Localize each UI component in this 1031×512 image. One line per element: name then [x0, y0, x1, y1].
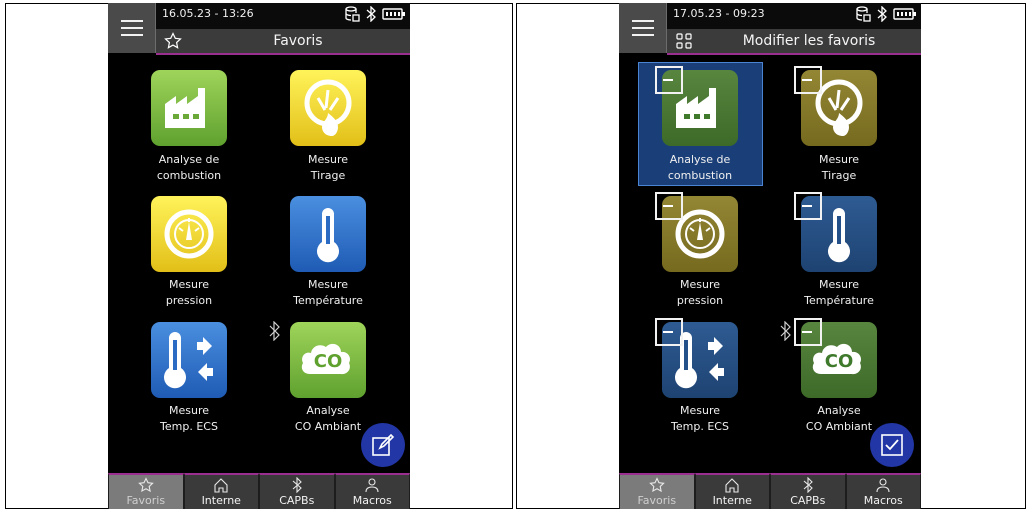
bluetooth-icon	[780, 321, 791, 341]
draught-gauge-icon	[304, 79, 352, 136]
bottom-nav: Favoris Interne CAPBs Macros	[108, 473, 410, 509]
star-icon	[648, 477, 665, 493]
user-icon	[365, 478, 379, 493]
grid-icon	[676, 33, 692, 49]
right-device-screen: 17.05.23 - 09:23 Modifier les favoris An…	[619, 3, 921, 509]
left-device-screen: 16.05.23 - 13:26 Favoris Analyse de combu…	[108, 3, 410, 509]
bluetooth-icon	[269, 321, 280, 341]
confirm-favorites-button[interactable]	[870, 423, 914, 467]
page-title: Modifier les favoris	[742, 33, 876, 49]
remove-favorite-button[interactable]	[794, 66, 822, 94]
tile-analyse-combustion[interactable]	[151, 70, 227, 146]
tile-analyse-co-ambiant[interactable]: CO	[290, 322, 366, 398]
nav-interne[interactable]: Interne	[183, 473, 259, 509]
tile-mesure-tirage[interactable]	[290, 70, 366, 146]
database-icon	[856, 6, 871, 22]
thermometer-icon	[317, 208, 339, 263]
tile-mesure-temp-ecs[interactable]	[151, 322, 227, 398]
datetime: 17.05.23 - 09:23	[673, 7, 765, 20]
tile-label: Mesure Température	[293, 278, 363, 307]
svg-text:CO: CO	[825, 351, 854, 372]
battery-icon	[893, 8, 916, 20]
bluetooth-icon	[292, 477, 302, 493]
menu-button[interactable]	[619, 3, 667, 53]
tile-label: Mesure Temp. ECS	[160, 404, 218, 433]
nav-favoris[interactable]: Favoris	[619, 473, 695, 509]
bluetooth-icon	[366, 6, 376, 22]
co-cloud-icon: CO	[301, 343, 351, 375]
tile-label: Mesure Tirage	[307, 153, 348, 182]
edit-icon	[372, 433, 395, 456]
tile-label: Mesure pression	[165, 278, 213, 307]
title-bar: Modifier les favoris	[667, 29, 921, 55]
remove-favorite-button[interactable]	[655, 318, 683, 346]
home-icon	[725, 478, 739, 493]
thermometer-arrows-icon	[164, 332, 213, 389]
battery-icon	[382, 8, 405, 20]
star-icon	[164, 32, 182, 49]
factory-icon	[165, 88, 205, 128]
home-icon	[214, 478, 228, 493]
pressure-gauge-icon	[164, 209, 214, 259]
remove-favorite-button[interactable]	[794, 318, 822, 346]
tile-label: Mesure Tirage	[818, 153, 859, 182]
bottom-nav: Favoris Interne CAPBs Macros	[619, 473, 921, 509]
star-icon	[137, 477, 154, 493]
user-icon	[876, 478, 890, 493]
database-icon	[345, 6, 360, 22]
tile-label: Analyse de combustion	[667, 153, 733, 182]
status-icons	[344, 5, 406, 23]
title-bar: Favoris	[156, 29, 410, 55]
nav-capbs[interactable]: CAPBs	[770, 473, 846, 509]
nav-favoris[interactable]: Favoris	[108, 473, 184, 509]
status-icons	[855, 5, 917, 23]
nav-macros[interactable]: Macros	[334, 473, 410, 509]
tile-mesure-pression[interactable]	[151, 196, 227, 272]
remove-favorite-button[interactable]	[655, 192, 683, 220]
bluetooth-icon	[803, 477, 813, 493]
checkbox-check-icon	[881, 434, 903, 456]
tile-label: Mesure pression	[676, 278, 724, 307]
nav-interne[interactable]: Interne	[694, 473, 770, 509]
tile-label: Analyse de combustion	[156, 153, 222, 182]
nav-capbs[interactable]: CAPBs	[259, 473, 335, 509]
bluetooth-icon	[877, 6, 887, 22]
remove-favorite-button[interactable]	[655, 66, 683, 94]
datetime: 16.05.23 - 13:26	[162, 7, 254, 20]
nav-macros[interactable]: Macros	[845, 473, 921, 509]
tile-label: Mesure Température	[804, 278, 874, 307]
edit-favorites-button[interactable]	[361, 423, 405, 467]
svg-text:CO: CO	[314, 351, 343, 372]
tile-label: Mesure Temp. ECS	[671, 404, 729, 433]
remove-favorite-button[interactable]	[794, 192, 822, 220]
page-title: Favoris	[273, 33, 323, 49]
menu-button[interactable]	[108, 3, 156, 53]
tile-mesure-temperature[interactable]	[290, 196, 366, 272]
